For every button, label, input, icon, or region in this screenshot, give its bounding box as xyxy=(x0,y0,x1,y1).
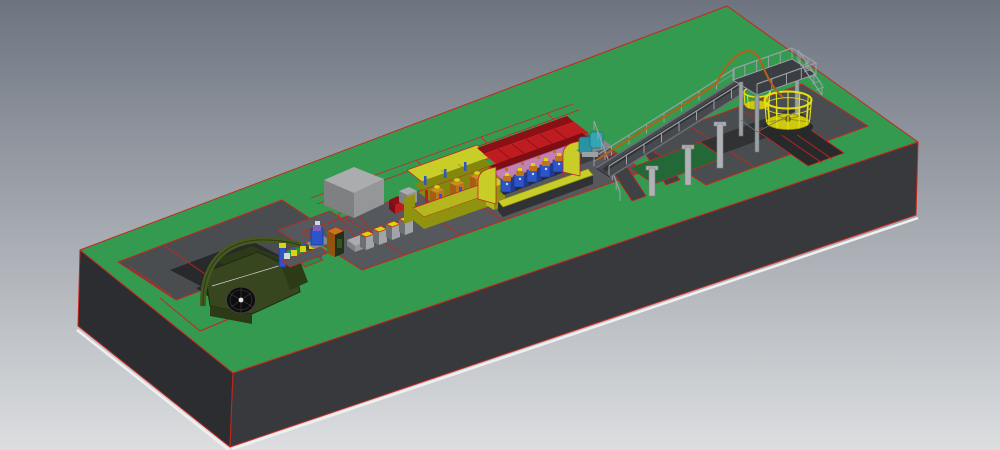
blue-unit-cap xyxy=(315,221,320,225)
equipment-part xyxy=(300,246,306,252)
gear-cap xyxy=(474,171,480,175)
hood-post xyxy=(444,169,447,178)
stand-cap xyxy=(531,163,535,166)
stand-body xyxy=(514,175,524,187)
equipment-part xyxy=(291,250,297,256)
stand-body xyxy=(553,160,563,172)
platform-leg xyxy=(739,82,743,136)
disc-hub xyxy=(239,298,244,303)
stand-top xyxy=(542,161,550,166)
stand-body xyxy=(501,180,511,192)
pier xyxy=(649,168,655,196)
hood-post xyxy=(424,176,427,185)
control-cabinet: control cabinet xyxy=(327,227,344,257)
stand-dot xyxy=(506,183,508,185)
gear-cap xyxy=(434,185,440,189)
stand-top xyxy=(555,156,563,161)
hood-post xyxy=(464,162,467,171)
cabinet xyxy=(360,231,374,250)
stand-cap xyxy=(518,168,522,171)
pink-wall-detail xyxy=(505,168,508,171)
stand-cap xyxy=(505,173,509,176)
blue-column-cap xyxy=(279,243,286,248)
equipment-part xyxy=(301,243,305,246)
cabinet-screen xyxy=(337,239,342,248)
stand-dot xyxy=(519,178,521,180)
stand-dot xyxy=(532,173,534,175)
cad-render-canvas: foundation block machine line platform xyxy=(0,0,1000,450)
pink-wall-detail xyxy=(521,162,524,165)
pink-wall-detail xyxy=(553,150,556,153)
stand-top xyxy=(516,171,524,176)
gear-blue-bit xyxy=(439,194,442,198)
equipment-part xyxy=(292,247,296,250)
stand-dot xyxy=(558,163,560,165)
pier xyxy=(717,124,723,168)
stand-body xyxy=(540,165,550,177)
cabinet-left xyxy=(327,231,335,257)
blue-unit-top xyxy=(313,225,321,231)
cabinet xyxy=(373,226,387,245)
equipment-part xyxy=(284,253,290,259)
cabinet xyxy=(386,221,400,240)
platform-leg xyxy=(755,95,759,152)
gear-cap xyxy=(454,178,460,182)
stand-cap xyxy=(544,158,548,161)
gear-blue-bit xyxy=(459,187,462,191)
stand-body xyxy=(527,170,537,182)
red-bar xyxy=(425,190,428,203)
stand-dot xyxy=(545,168,547,170)
pink-wall-detail xyxy=(537,156,540,159)
pier xyxy=(685,147,691,185)
stand-top xyxy=(529,166,537,171)
stand-top xyxy=(503,176,511,181)
stand-cap xyxy=(557,153,561,156)
blue-unit-body xyxy=(311,229,323,245)
